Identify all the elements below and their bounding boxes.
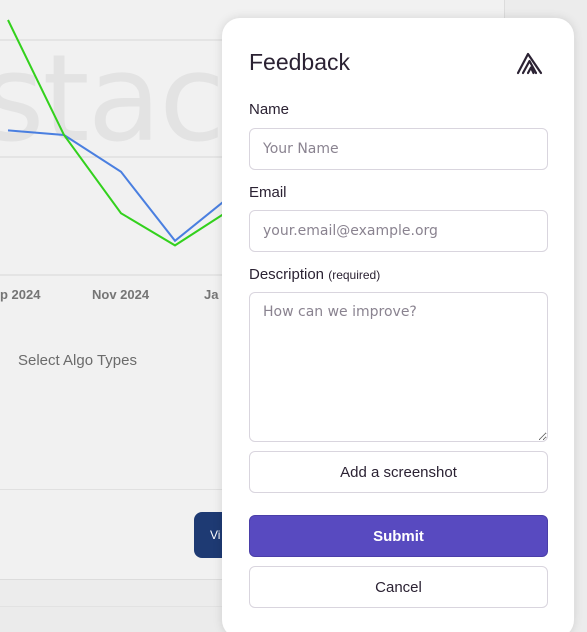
feedback-panel: Feedback Name Email Description (require… — [222, 18, 574, 632]
name-input[interactable] — [249, 128, 548, 170]
cancel-button[interactable]: Cancel — [249, 566, 548, 608]
select-algo-types-label: Select Algo Types — [18, 352, 137, 369]
description-label: Description (required) — [249, 266, 380, 283]
x-tick-label: Nov 2024 — [92, 287, 150, 302]
sentry-logo-icon — [516, 52, 543, 75]
chart-series-group — [7, 19, 233, 247]
chart-grid — [0, 39, 260, 276]
chart-series-line-1 — [7, 129, 233, 243]
panel-title: Feedback — [249, 49, 351, 75]
x-tick-label: p 2024 — [0, 287, 41, 302]
submit-button[interactable]: Submit — [249, 515, 548, 557]
description-label-text: Description — [249, 266, 325, 283]
email-input[interactable] — [249, 210, 548, 252]
x-tick-label: Ja — [204, 287, 219, 302]
add-screenshot-button[interactable]: Add a screenshot — [249, 451, 548, 493]
email-label: Email — [249, 184, 287, 201]
description-textarea[interactable] — [249, 292, 548, 442]
required-note: (required) — [328, 268, 381, 282]
name-label: Name — [249, 101, 290, 118]
